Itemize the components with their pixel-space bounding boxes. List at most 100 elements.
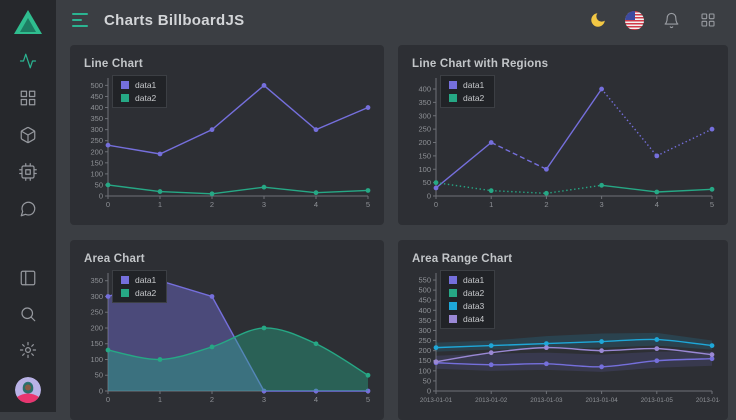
legend-swatch: [449, 289, 457, 297]
legend-entry[interactable]: data1: [121, 275, 156, 285]
svg-text:350: 350: [418, 98, 431, 107]
user-avatar[interactable]: [15, 377, 41, 403]
svg-text:150: 150: [418, 151, 431, 160]
legend-entry[interactable]: data4: [449, 314, 484, 324]
legend-entry[interactable]: data2: [449, 93, 484, 103]
svg-text:2013-01-03: 2013-01-03: [530, 397, 563, 404]
legend-entry[interactable]: data1: [449, 80, 484, 90]
dashboard-grid-icon[interactable]: [19, 89, 37, 107]
sidebar: [0, 0, 56, 412]
svg-text:400: 400: [418, 85, 431, 94]
svg-text:350: 350: [90, 114, 103, 123]
svg-text:350: 350: [90, 276, 103, 285]
svg-text:200: 200: [418, 346, 431, 355]
us-flag-language-icon[interactable]: [625, 11, 644, 30]
card-title: Line Chart: [70, 45, 384, 70]
legend-swatch: [121, 94, 129, 102]
svg-text:300: 300: [418, 326, 431, 335]
activity-icon[interactable]: [19, 52, 37, 70]
card-title: Line Chart with Regions: [398, 45, 728, 70]
bell-notifications-icon[interactable]: [661, 10, 681, 30]
chart-legend: data1 data2 data3 data4: [440, 270, 495, 329]
svg-text:550: 550: [418, 276, 431, 285]
svg-text:250: 250: [90, 308, 103, 317]
svg-text:1: 1: [158, 395, 162, 404]
svg-text:100: 100: [418, 366, 431, 375]
svg-text:150: 150: [418, 356, 431, 365]
line-chart-with-regions[interactable]: 050100150200250300350400012345data1data2: [406, 74, 720, 214]
svg-text:450: 450: [418, 296, 431, 305]
svg-text:1: 1: [158, 200, 162, 209]
svg-text:0: 0: [106, 395, 110, 404]
legend-entry[interactable]: data3: [449, 301, 484, 311]
legend-swatch: [449, 315, 457, 323]
svg-text:100: 100: [90, 169, 103, 178]
svg-text:450: 450: [90, 92, 103, 101]
moon-theme-icon[interactable]: [588, 10, 608, 30]
svg-text:4: 4: [314, 200, 318, 209]
svg-text:2: 2: [544, 200, 548, 209]
svg-text:350: 350: [418, 316, 431, 325]
line-chart[interactable]: 050100150200250300350400450500012345data…: [78, 74, 376, 214]
hamburger-menu-icon[interactable]: [72, 13, 90, 27]
svg-text:250: 250: [418, 125, 431, 134]
page-title: Charts BillboardJS: [104, 12, 244, 29]
svg-text:1: 1: [489, 200, 493, 209]
svg-text:2013-01-04: 2013-01-04: [585, 397, 618, 404]
legend-label: data2: [135, 93, 156, 103]
main-area: Charts BillboardJS Line Chart 0501001502…: [56, 0, 736, 412]
legend-swatch: [121, 81, 129, 89]
svg-text:3: 3: [262, 395, 266, 404]
svg-text:100: 100: [418, 165, 431, 174]
cpu-chip-icon[interactable]: [19, 163, 37, 181]
svg-text:3: 3: [262, 200, 266, 209]
svg-text:500: 500: [90, 81, 103, 90]
settings-gear-icon[interactable]: [19, 341, 37, 359]
svg-text:0: 0: [434, 200, 438, 209]
svg-text:400: 400: [418, 306, 431, 315]
svg-text:3: 3: [600, 200, 604, 209]
legend-entry[interactable]: data2: [449, 288, 484, 298]
legend-entry[interactable]: data2: [121, 288, 156, 298]
app-logo-icon[interactable]: [11, 6, 45, 38]
legend-swatch: [449, 276, 457, 284]
svg-text:0: 0: [427, 387, 431, 396]
svg-text:200: 200: [90, 147, 103, 156]
svg-text:50: 50: [95, 180, 103, 189]
svg-text:300: 300: [90, 125, 103, 134]
area-chart[interactable]: 050100150200250300350012345data1data2: [78, 269, 376, 409]
svg-text:200: 200: [418, 138, 431, 147]
svg-text:5: 5: [710, 200, 714, 209]
chat-bubble-icon[interactable]: [19, 200, 37, 218]
legend-label: data1: [463, 80, 484, 90]
svg-text:2013-01-01: 2013-01-01: [420, 397, 453, 404]
legend-label: data2: [463, 93, 484, 103]
svg-text:150: 150: [90, 158, 103, 167]
svg-text:4: 4: [655, 200, 659, 209]
svg-text:0: 0: [99, 192, 103, 201]
legend-swatch: [449, 81, 457, 89]
layout-panel-icon[interactable]: [19, 269, 37, 287]
legend-swatch: [449, 94, 457, 102]
legend-label: data1: [135, 275, 156, 285]
legend-label: data4: [463, 314, 484, 324]
area-range-chart[interactable]: 0501001502002503003504004505005502013-01…: [406, 269, 720, 409]
svg-text:150: 150: [90, 339, 103, 348]
svg-text:5: 5: [366, 395, 370, 404]
legend-label: data1: [463, 275, 484, 285]
svg-text:50: 50: [423, 376, 431, 385]
search-icon[interactable]: [19, 305, 37, 323]
legend-entry[interactable]: data1: [449, 275, 484, 285]
chart-legend: data1 data2: [440, 75, 495, 108]
card-area-chart: Area Chart 050100150200250300350012345da…: [70, 240, 384, 420]
apps-grid-icon[interactable]: [698, 10, 718, 30]
svg-text:250: 250: [90, 136, 103, 145]
svg-text:5: 5: [366, 200, 370, 209]
legend-entry[interactable]: data2: [121, 93, 156, 103]
svg-text:0: 0: [106, 200, 110, 209]
legend-entry[interactable]: data1: [121, 80, 156, 90]
package-box-icon[interactable]: [19, 126, 37, 144]
legend-swatch: [121, 276, 129, 284]
svg-text:200: 200: [90, 323, 103, 332]
charts-grid: Line Chart 05010015020025030035040045050…: [56, 40, 736, 420]
